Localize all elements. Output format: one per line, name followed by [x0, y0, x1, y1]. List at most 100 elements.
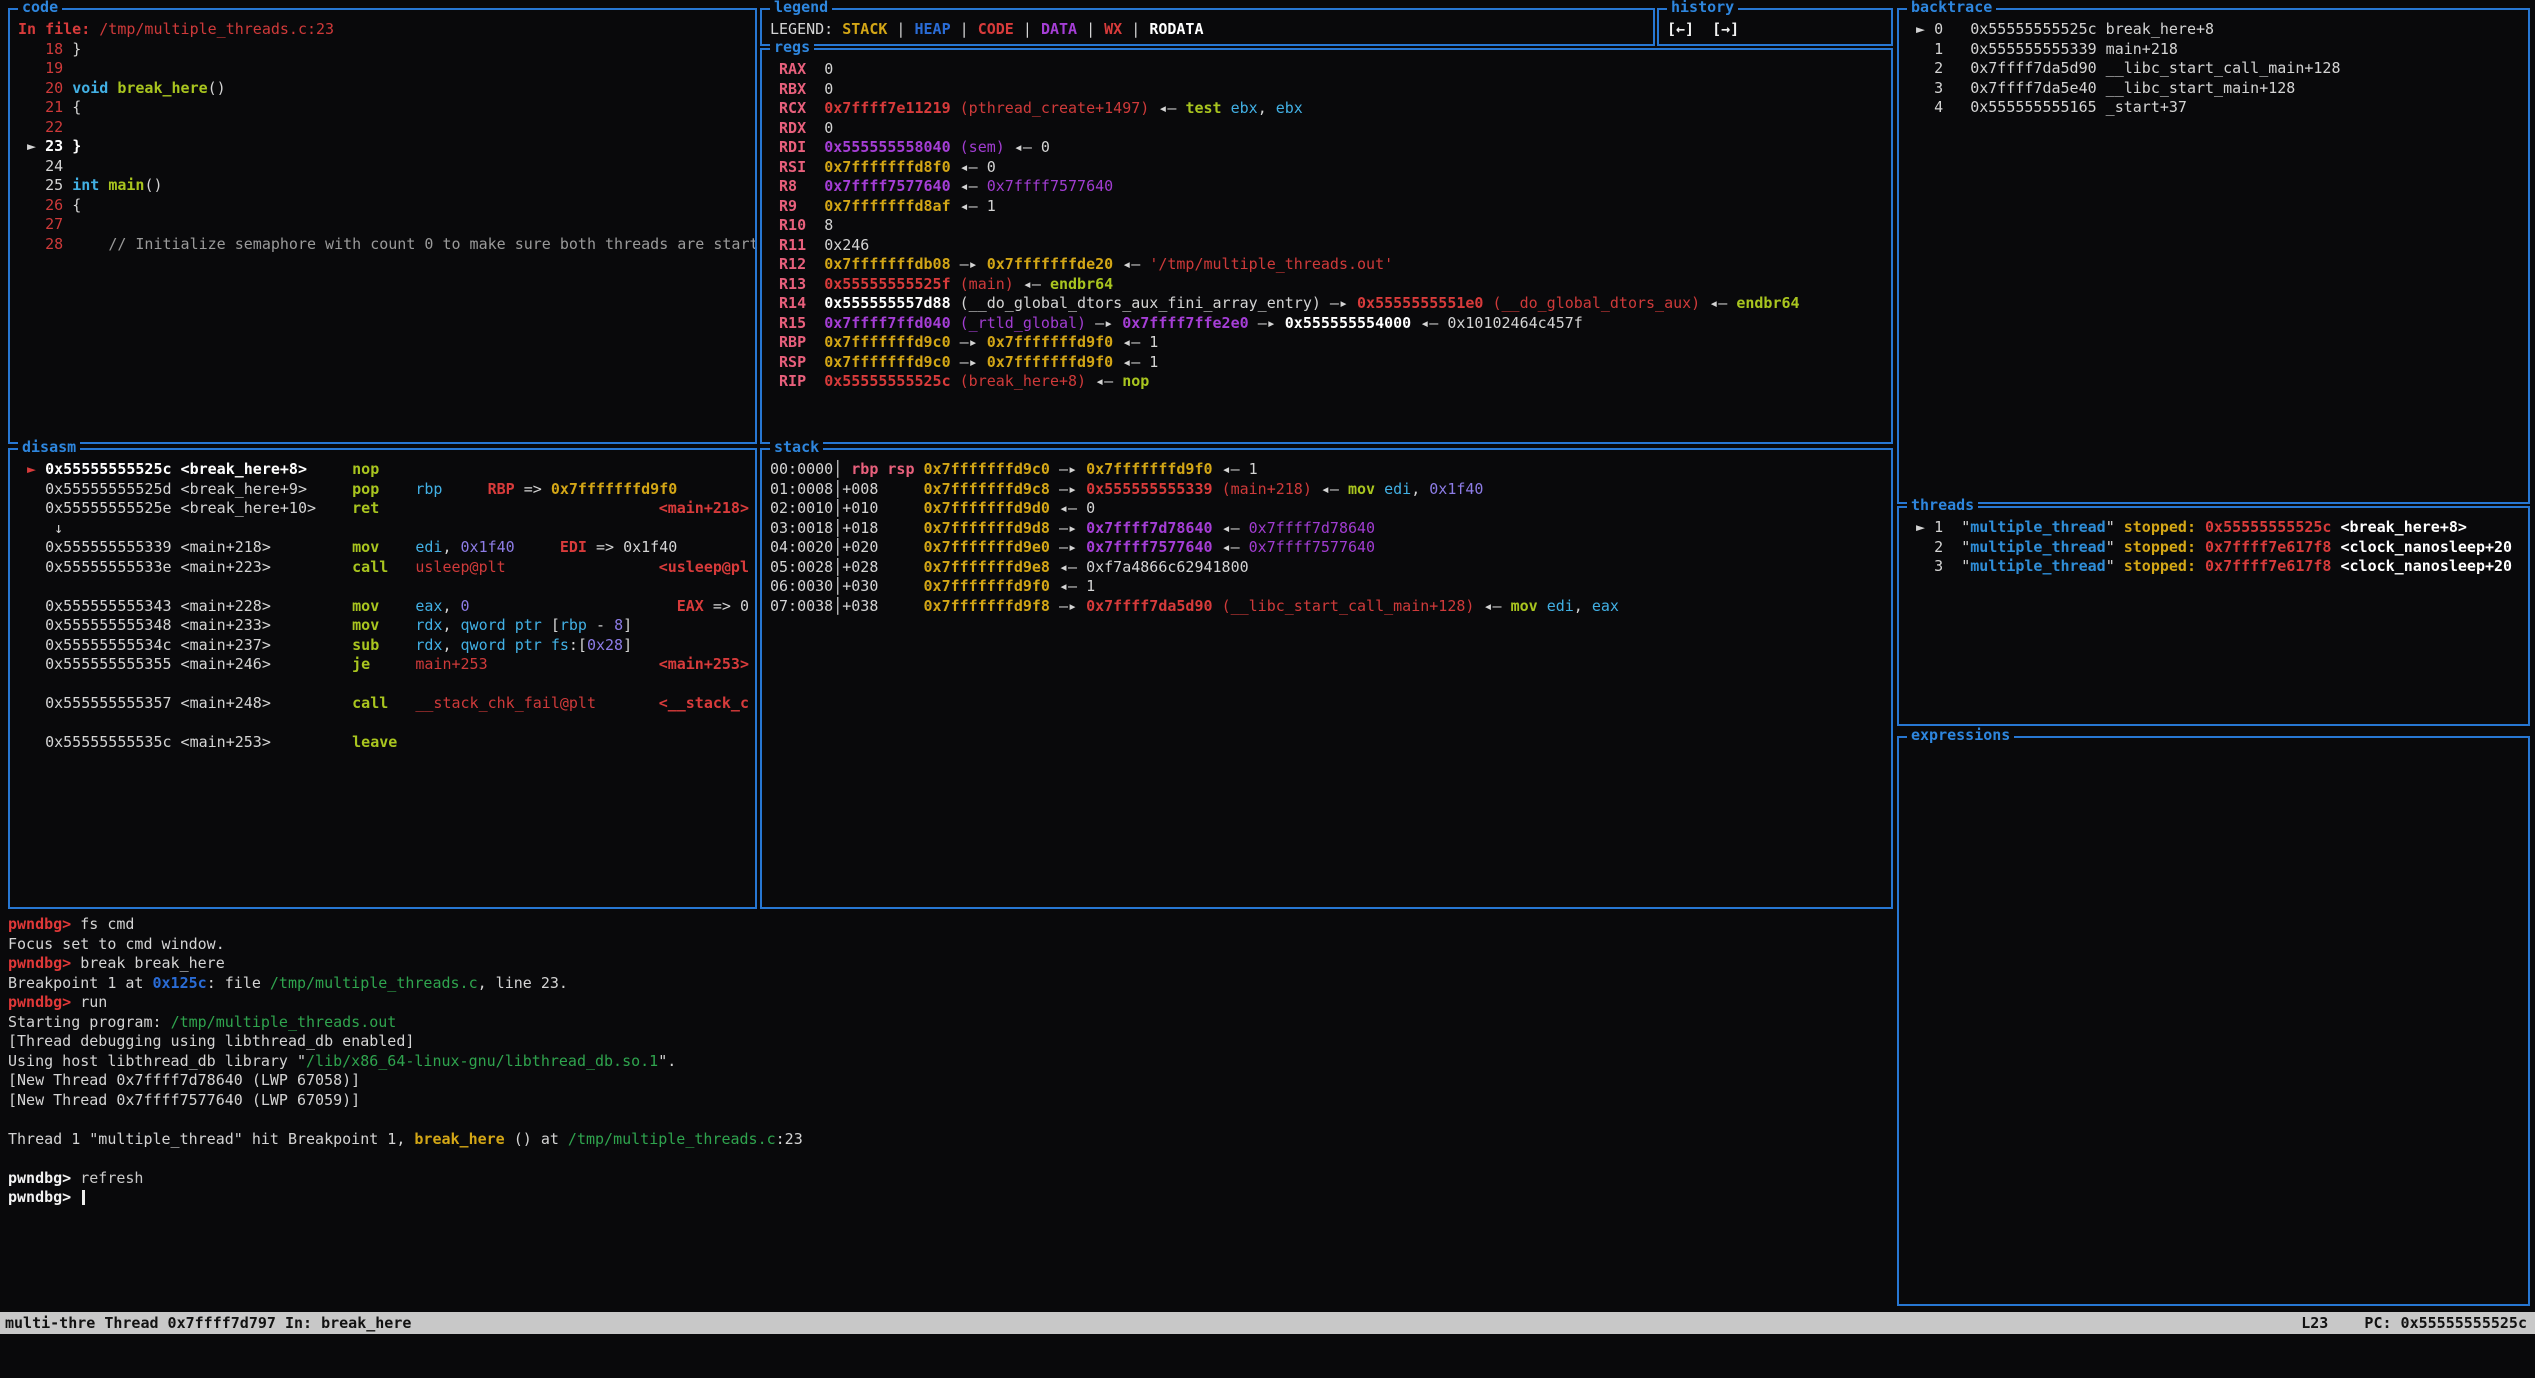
text-segment: [Thread debugging using libthread_db ena… — [8, 1032, 414, 1050]
text-segment: 28 — [18, 235, 108, 253]
text-line — [18, 675, 751, 695]
text-segment: 0x7fffffffd9d8 — [924, 519, 1059, 537]
text-segment: mov — [352, 616, 379, 634]
text-line: 3 "multiple_thread" stopped: 0x7ffff7e61… — [1907, 557, 2524, 577]
text-line: RCX 0x7ffff7e11219 (pthread_create+1497)… — [770, 99, 1887, 119]
text-segment: Starting program: — [8, 1013, 171, 1031]
text-line: R12 0x7fffffffdb08 —▸ 0x7fffffffde20 ◂— … — [770, 255, 1887, 275]
text-line: [New Thread 0x7ffff7d78640 (LWP 67058)] — [8, 1071, 1908, 1091]
text-line: 0x55555555534c <main+237> sub rdx, qword… — [18, 636, 751, 656]
text-segment: ↓ — [18, 519, 63, 537]
text-segment: [ — [551, 616, 560, 634]
text-segment: 0x7ffff7577640 — [824, 177, 959, 195]
text-line — [18, 577, 751, 597]
text-segment: " — [2106, 557, 2124, 575]
text-segment: 26 — [18, 196, 72, 214]
text-segment — [99, 176, 108, 194]
text-segment: —▸ — [960, 333, 987, 351]
text-line: 27 — [18, 215, 751, 235]
text-segment: :23 — [776, 1130, 803, 1148]
text-segment: RBX — [770, 80, 824, 98]
text-segment: 0x7fffffffde20 — [987, 255, 1122, 273]
disassembly-listing: ► 0x55555555525c <break_here+8> nop 0x55… — [10, 450, 755, 907]
text-segment: 0x555555554000 — [1285, 314, 1420, 332]
text-line — [8, 1110, 1908, 1130]
text-segment — [271, 655, 352, 673]
text-segment — [271, 694, 352, 712]
text-segment — [388, 694, 415, 712]
text-segment — [370, 655, 415, 673]
text-segment: ebx — [1276, 99, 1303, 117]
text-line: 0x555555555339 <main+218> mov edi, 0x1f4… — [18, 538, 751, 558]
text-segment: —▸ — [1059, 460, 1086, 478]
text-segment: } — [72, 137, 81, 155]
text-segment: 0x1f40 — [461, 538, 515, 556]
registers-panel: regs RAX 0 RBX 0 RCX 0x7ffff7e11219 (pth… — [760, 48, 1893, 444]
text-segment: 20 — [18, 79, 72, 97]
text-segment: │ — [833, 480, 842, 498]
text-segment: ". — [658, 1052, 676, 1070]
text-segment: <usleep@pl — [659, 558, 749, 576]
stack-panel: stack 00:0000│ rbp rsp 0x7fffffffd9c0 —▸… — [760, 448, 1893, 909]
history-back-button[interactable]: [←] — [1667, 20, 1694, 38]
text-segment: 0 — [824, 119, 833, 137]
text-segment: 0x55555555525d <break_here+9> — [45, 480, 307, 498]
text-segment: ◂— 1 — [960, 197, 996, 215]
text-line: 03:0018│+018 0x7fffffffd9d8 —▸ 0x7ffff7d… — [770, 519, 1887, 539]
text-segment — [18, 616, 45, 634]
text-segment: rbp — [415, 480, 442, 498]
history-forward-button[interactable]: [→] — [1712, 20, 1739, 38]
text-segment — [379, 597, 415, 615]
text-segment: 00:0000 — [770, 460, 833, 478]
text-segment: 0x55555555525c — [2205, 518, 2340, 536]
text-line: 22 — [18, 118, 751, 138]
text-segment: 0x55555555525e <break_here+10> — [45, 499, 316, 517]
text-line: 20 void break_here() — [18, 79, 751, 99]
text-segment: multiple_thread — [1970, 518, 2105, 536]
text-segment: │ — [833, 558, 842, 576]
text-segment: 0x555555555348 <main+233> — [45, 616, 271, 634]
text-segment: __stack_chk_fail@plt — [415, 694, 596, 712]
text-segment: 0x7ffff7577640 — [1249, 538, 1375, 556]
status-line-pc-info: L23 PC: 0x55555555525c — [2301, 1312, 2527, 1334]
text-line: R13 0x55555555525f (main) ◂— endbr64 — [770, 275, 1887, 295]
text-segment: ◂— — [1709, 294, 1736, 312]
text-segment: | — [1014, 20, 1041, 38]
text-segment — [1375, 480, 1384, 498]
text-segment: 0x7fffffffd9e0 — [924, 538, 1059, 556]
text-line: RDI 0x555555558040 (sem) ◂— 0 — [770, 138, 1887, 158]
text-segment: WX — [1104, 20, 1122, 38]
text-segment: eax — [1592, 597, 1619, 615]
text-segment: Thread 1 "multiple_thread" hit Breakpoin… — [8, 1130, 414, 1148]
text-segment: 0x7ffff7ffe2e0 — [1122, 314, 1257, 332]
text-segment: 0x7fffffffdb08 — [824, 255, 959, 273]
text-segment: call — [352, 694, 388, 712]
text-segment — [18, 597, 45, 615]
text-line: 1 0x555555555339 main+218 — [1907, 40, 2524, 60]
text-segment: ◂— 0 — [1014, 138, 1050, 156]
gdb-command-window[interactable]: pwndbg> fs cmdFocus set to cmd window.pw… — [8, 915, 1908, 1310]
text-segment: RSI — [770, 158, 824, 176]
text-segment: , line 23. — [478, 974, 568, 992]
text-segment: (_rtld_global) — [960, 314, 1095, 332]
text-segment: 24 — [18, 157, 63, 175]
text-segment: —▸ — [1330, 294, 1357, 312]
text-segment: ] — [623, 636, 632, 654]
text-line: Focus set to cmd window. — [8, 935, 1908, 955]
text-line: 0x55555555535c <main+253> leave — [18, 733, 751, 753]
expressions-content — [1899, 738, 2528, 1304]
source-code-listing: In file: /tmp/multiple_threads.c:23 18 }… — [10, 10, 755, 442]
text-segment: , — [442, 538, 460, 556]
text-segment: () — [208, 79, 226, 97]
text-segment: endbr64 — [1736, 294, 1799, 312]
text-segment: 0x7fffffffd9c0 — [924, 460, 1059, 478]
text-segment: stopped: — [2124, 538, 2205, 556]
text-segment: 0x7ffff7e617f8 — [2205, 557, 2340, 575]
text-line: 05:0028│+028 0x7fffffffd9e8 ◂— 0xf7a4866… — [770, 558, 1887, 578]
text-segment: 0x555555555339 — [1086, 480, 1221, 498]
text-segment: ] — [623, 616, 632, 634]
text-segment: 0 — [461, 597, 470, 615]
text-segment: ◂— 0 — [960, 158, 996, 176]
text-line: RBX 0 — [770, 80, 1887, 100]
text-segment: R13 — [770, 275, 824, 293]
